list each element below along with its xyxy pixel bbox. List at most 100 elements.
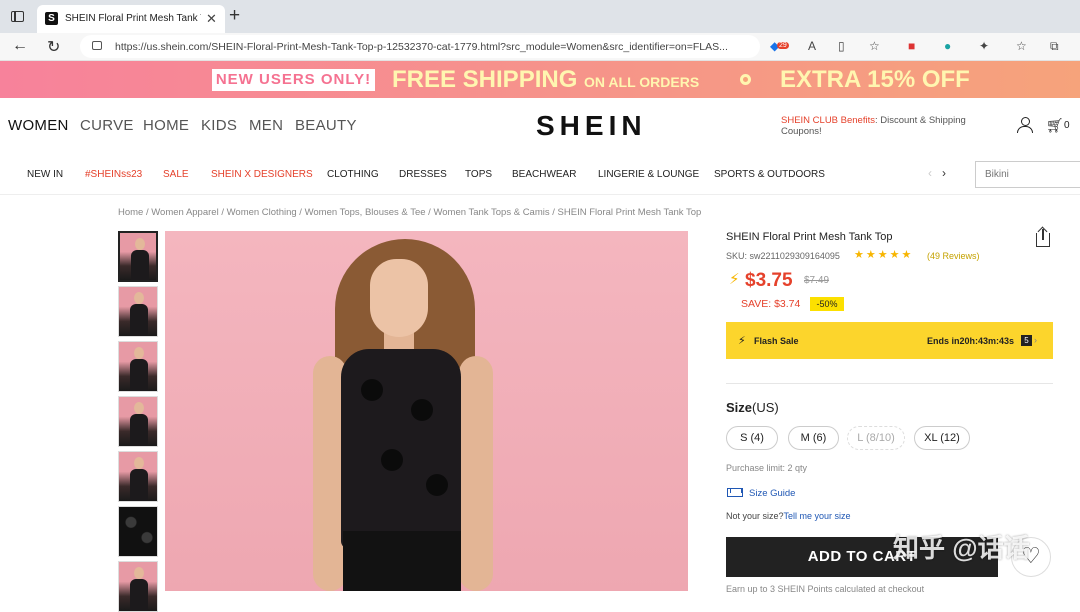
rating-stars-icon: ★★★★★ bbox=[854, 249, 914, 261]
size-heading: Size(US) bbox=[726, 400, 779, 415]
breadcrumb-home[interactable]: Home bbox=[118, 207, 143, 218]
product-thumbnail[interactable] bbox=[118, 396, 158, 447]
purchase-limit: Purchase limit: 2 qty bbox=[726, 463, 808, 473]
points-info: Earn up to 3 SHEIN Points calculated at … bbox=[726, 584, 925, 594]
discount-badge: -50% bbox=[810, 297, 844, 311]
tab-title: SHEIN Floral Print Mesh Tank Top bbox=[65, 13, 201, 24]
reviews-link[interactable]: (49 Reviews) bbox=[927, 251, 980, 261]
share-icon[interactable] bbox=[1036, 229, 1050, 247]
sub-navigation: NEW IN #SHEINss23 SALE SHEIN X DESIGNERS… bbox=[0, 153, 1080, 195]
promo-separator-icon bbox=[740, 74, 751, 85]
flash-icon: ⚡︎ bbox=[738, 335, 746, 347]
mesh-tank-top bbox=[341, 349, 461, 549]
watermark: 知乎 @话话 bbox=[893, 533, 1030, 563]
nav-category-kids[interactable]: KIDS bbox=[201, 117, 237, 134]
countdown-seconds: 5 bbox=[1021, 335, 1032, 346]
not-your-size-text: Not your size? bbox=[726, 511, 784, 521]
search-input[interactable] bbox=[976, 162, 1080, 187]
chevron-right-icon: › bbox=[1034, 335, 1037, 345]
extensions-puzzle-icon[interactable]: ✦ bbox=[979, 39, 989, 53]
size-option-m[interactable]: M (6) bbox=[788, 426, 839, 450]
size-guide-link[interactable]: Size Guide bbox=[749, 488, 795, 499]
size-unit: (US) bbox=[752, 400, 779, 415]
browser-tab[interactable]: S SHEIN Floral Print Mesh Tank Top ✕ bbox=[37, 5, 225, 33]
favorite-star-icon[interactable]: ☆ bbox=[869, 39, 880, 53]
save-amount: SAVE: $3.74 bbox=[741, 298, 801, 310]
leather-pants bbox=[343, 531, 461, 591]
close-tab-icon[interactable]: ✕ bbox=[206, 11, 217, 27]
top-navigation: WOMEN CURVE HOME KIDS MEN BEAUTY SHEIN S… bbox=[0, 98, 1080, 153]
original-price: $7.49 bbox=[804, 275, 830, 286]
subnav-item-sheinss23[interactable]: #SHEINss23 bbox=[85, 169, 142, 180]
on-all-orders-label: ON ALL ORDERS bbox=[584, 74, 700, 90]
back-arrow-icon[interactable]: ← bbox=[12, 37, 28, 55]
model-arm bbox=[459, 356, 493, 591]
sale-price: $3.75 bbox=[745, 270, 793, 291]
promo-banner[interactable]: NEW USERS ONLY! FREE SHIPPING ON ALL ORD… bbox=[0, 61, 1080, 98]
product-thumbnail[interactable] bbox=[118, 341, 158, 392]
extra-discount-text: EXTRA 15% OFF bbox=[780, 66, 970, 93]
product-thumbnail[interactable] bbox=[118, 231, 158, 282]
divider bbox=[726, 383, 1053, 384]
shein-favicon-icon: S bbox=[45, 12, 58, 25]
pdf-extension-icon[interactable]: ■ bbox=[908, 39, 915, 53]
breadcrumb-tank-tops[interactable]: Women Tank Tops & Camis bbox=[433, 207, 549, 218]
breadcrumb-women-clothing[interactable]: Women Clothing bbox=[227, 207, 297, 218]
tell-me-size-link[interactable]: Tell me your size bbox=[784, 511, 851, 521]
club-label: SHEIN CLUB Benefits bbox=[781, 115, 875, 126]
model-face bbox=[370, 259, 428, 337]
product-thumbnail[interactable] bbox=[118, 286, 158, 337]
size-helper: Not your size?Tell me your size bbox=[726, 511, 851, 521]
product-title: SHEIN Floral Print Mesh Tank Top bbox=[726, 231, 893, 243]
subnav-item-beachwear[interactable]: BEACHWEAR bbox=[512, 169, 576, 180]
profile-extension-icon[interactable]: ● bbox=[944, 39, 951, 53]
chevron-left-icon[interactable]: ‹ bbox=[928, 166, 932, 180]
chevron-right-icon[interactable]: › bbox=[942, 166, 946, 180]
subnav-scroll-arrows[interactable]: ‹ › bbox=[928, 166, 946, 180]
nav-category-women[interactable]: WOMEN bbox=[8, 117, 69, 134]
size-option-s[interactable]: S (4) bbox=[726, 426, 778, 450]
search-box[interactable] bbox=[975, 161, 1080, 188]
flash-sale-label: Flash Sale bbox=[754, 336, 799, 346]
reload-icon[interactable]: ↻ bbox=[47, 37, 60, 57]
cart-count: 0 bbox=[1064, 120, 1070, 131]
breadcrumb-women-apparel[interactable]: Women Apparel bbox=[151, 207, 218, 218]
free-shipping-text: FREE SHIPPING ON ALL ORDERS bbox=[392, 66, 699, 94]
flash-bolt-icon: ⚡︎ bbox=[729, 271, 740, 288]
user-account-icon[interactable] bbox=[1017, 117, 1033, 133]
nav-category-beauty[interactable]: BEAUTY bbox=[295, 117, 357, 134]
favorites-list-icon[interactable]: ☆ bbox=[1016, 39, 1027, 53]
lock-icon bbox=[92, 41, 102, 50]
url-bar[interactable]: https://us.shein.com/SHEIN-Floral-Print-… bbox=[80, 35, 760, 58]
nav-category-home[interactable]: HOME bbox=[143, 117, 189, 134]
subnav-item-tops[interactable]: TOPS bbox=[465, 169, 492, 180]
size-option-xl[interactable]: XL (12) bbox=[914, 426, 970, 450]
free-shipping-label: FREE SHIPPING bbox=[392, 66, 578, 93]
product-main-image[interactable] bbox=[165, 231, 688, 591]
size-option-l[interactable]: L (8/10) bbox=[847, 426, 905, 450]
flash-sale-bar[interactable]: ⚡︎ Flash Sale Ends in20h:43m:43s 5 › bbox=[726, 322, 1053, 359]
subnav-item-dresses[interactable]: DRESSES bbox=[399, 169, 447, 180]
collections-icon[interactable]: ⧉ bbox=[1050, 39, 1059, 54]
browser-tab-bar: S SHEIN Floral Print Mesh Tank Top ✕ + bbox=[0, 0, 1080, 33]
product-thumbnail[interactable] bbox=[118, 451, 158, 502]
subnav-item-shein-x-designers[interactable]: SHEIN X DESIGNERS bbox=[211, 169, 313, 180]
nav-category-men[interactable]: MEN bbox=[249, 117, 283, 134]
subnav-item-clothing[interactable]: CLOTHING bbox=[327, 169, 379, 180]
subnav-item-new-in[interactable]: NEW IN bbox=[27, 169, 63, 180]
product-thumbnail[interactable] bbox=[118, 506, 158, 557]
shopping-cart-icon[interactable]: 🛒︎ bbox=[1046, 117, 1064, 134]
tab-manager-icon[interactable] bbox=[11, 11, 24, 22]
subnav-item-lingerie-lounge[interactable]: LINGERIE & LOUNGE bbox=[598, 169, 699, 180]
nav-category-curve[interactable]: CURVE bbox=[80, 117, 134, 134]
read-aloud-icon[interactable]: A bbox=[808, 39, 816, 53]
subnav-item-sports-outdoors[interactable]: SPORTS & OUTDOORS bbox=[714, 169, 825, 180]
product-thumbnail[interactable] bbox=[118, 561, 158, 612]
new-tab-button[interactable]: + bbox=[229, 5, 240, 27]
breadcrumb-current: SHEIN Floral Print Mesh Tank Top bbox=[557, 207, 702, 218]
subnav-item-sale[interactable]: SALE bbox=[163, 169, 189, 180]
reader-view-icon[interactable]: ▯ bbox=[838, 39, 845, 53]
club-benefits-link[interactable]: SHEIN CLUB Benefits: Discount & Shipping… bbox=[781, 115, 981, 137]
breadcrumb-women-tops[interactable]: Women Tops, Blouses & Tee bbox=[305, 207, 426, 218]
shein-logo[interactable]: SHEIN bbox=[536, 110, 647, 142]
